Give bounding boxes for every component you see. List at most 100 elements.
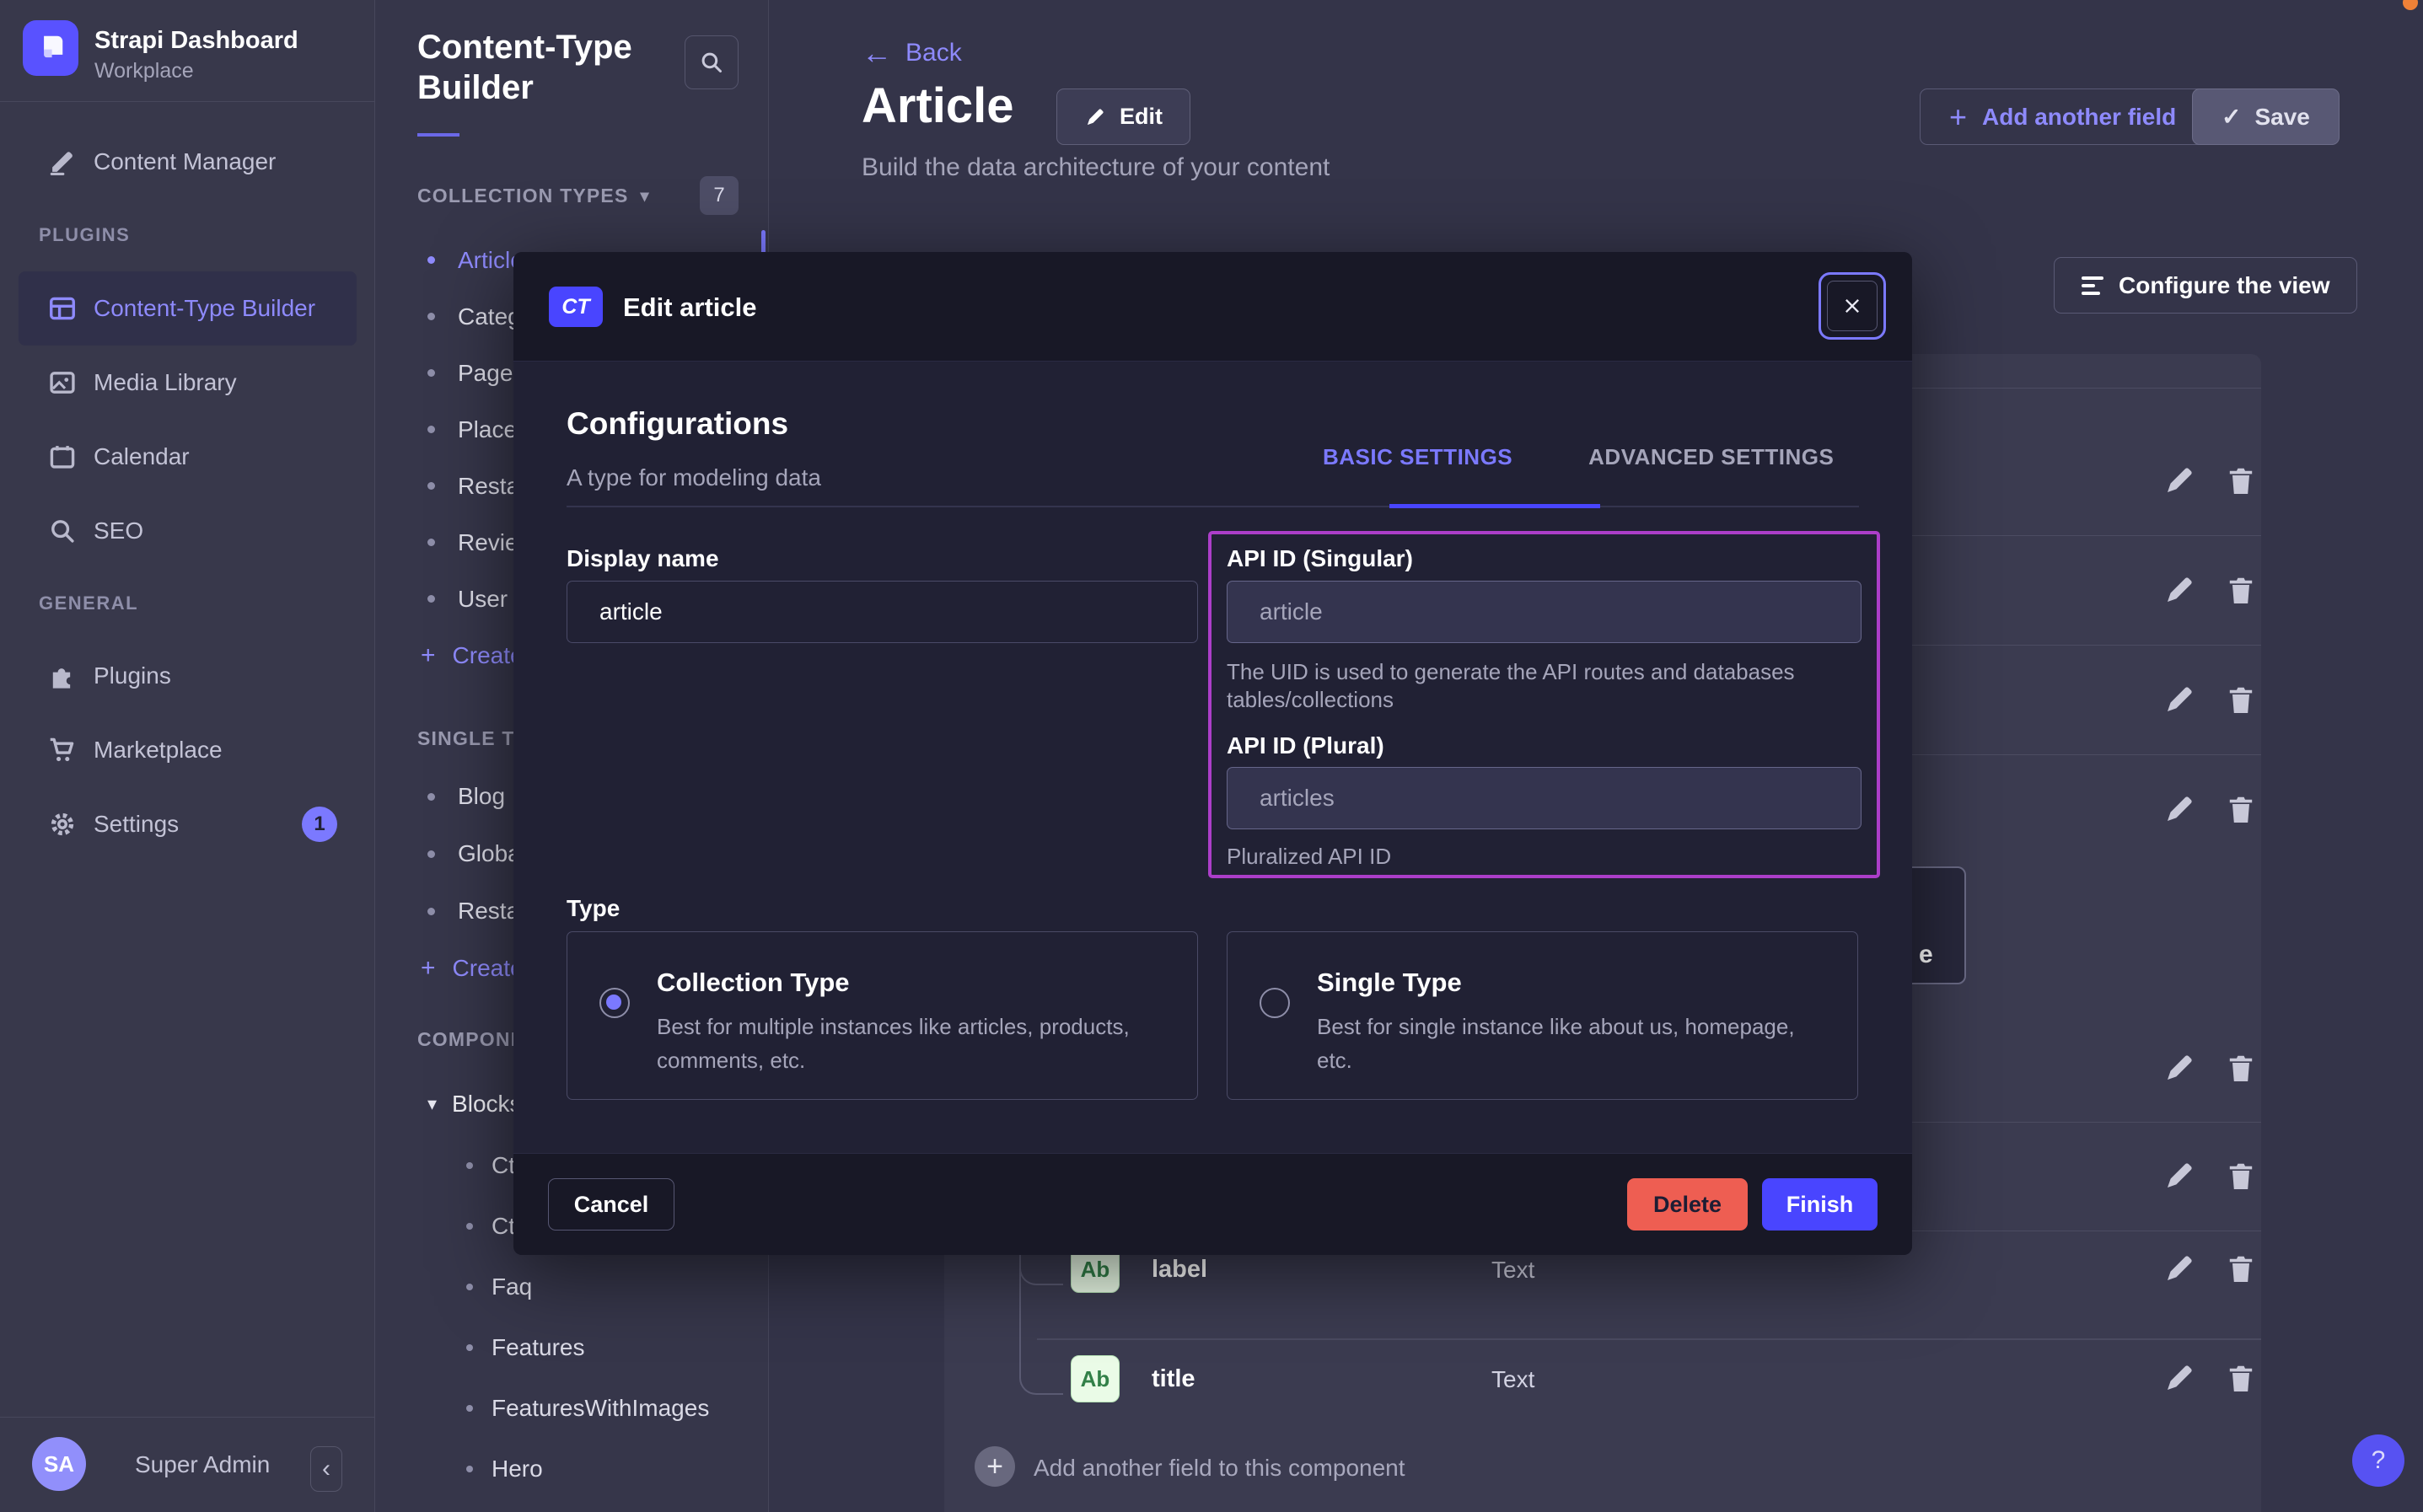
back-link[interactable]: ← Back — [862, 35, 962, 71]
display-name-input[interactable] — [567, 581, 1198, 643]
pen-icon — [48, 147, 77, 176]
type-options: Collection Type Best for multiple instan… — [567, 931, 1858, 1100]
sidebar-item-label: Marketplace — [94, 737, 223, 764]
component-item[interactable]: Features — [375, 1317, 769, 1378]
finish-button[interactable]: Finish — [1762, 1178, 1878, 1231]
search-button[interactable] — [685, 35, 739, 89]
collection-type-label: Place — [458, 416, 517, 443]
collection-types-header[interactable]: COLLECTION TYPES ▾ — [417, 185, 650, 207]
edit-field-icon[interactable] — [2162, 464, 2196, 497]
component-group-blocks[interactable]: ▾ Blocks — [427, 1091, 522, 1118]
delete-field-icon[interactable] — [2224, 792, 2258, 826]
sidebar-plugins-nav: Content-Type Builder Media Library Calen… — [0, 271, 375, 568]
api-id-plural-input[interactable] — [1227, 767, 1862, 829]
sidebar-item[interactable]: Plugins — [19, 639, 357, 713]
collapse-sidebar-button[interactable]: ‹ — [310, 1446, 342, 1492]
bullet-icon — [427, 482, 435, 490]
edit-button[interactable]: Edit — [1056, 88, 1190, 145]
sidebar-item-label: Content Manager — [94, 148, 276, 175]
sidebar-item-label: Media Library — [94, 369, 237, 396]
add-another-field-button[interactable]: + Add another field — [1920, 88, 2205, 145]
close-button[interactable] — [1827, 281, 1878, 331]
save-button[interactable]: ✓ Save — [2192, 88, 2340, 145]
bullet-icon — [466, 1405, 473, 1412]
configure-view-button[interactable]: Configure the view — [2054, 257, 2357, 314]
component-group-label: Blocks — [452, 1091, 521, 1118]
sidebar-item-label: Calendar — [94, 443, 190, 470]
back-label: Back — [905, 39, 962, 67]
row-divider — [1912, 645, 2261, 646]
row-divider — [1912, 754, 2261, 755]
bullet-icon — [466, 1223, 473, 1230]
field-type: Text — [1491, 1257, 1534, 1284]
row-divider — [1037, 1338, 2261, 1340]
search-icon — [699, 50, 724, 75]
api-id-singular-input[interactable] — [1227, 581, 1862, 643]
sidebar-item[interactable]: Content-Type Builder — [19, 271, 357, 346]
edit-field-icon[interactable] — [2162, 1361, 2196, 1395]
settings-tab[interactable]: BASIC SETTINGS — [1323, 444, 1512, 470]
settings-tab[interactable]: ADVANCED SETTINGS — [1588, 444, 1834, 470]
sidebar-item[interactable]: Media Library — [19, 346, 357, 420]
bullet-icon — [427, 539, 435, 546]
delete-field-icon[interactable] — [2224, 464, 2258, 497]
single-type-label: Blog — [458, 783, 505, 810]
sidebar-item[interactable]: Marketplace — [19, 713, 357, 787]
user-name: Super Admin — [135, 1451, 270, 1478]
delete-field-icon[interactable] — [2224, 1159, 2258, 1193]
type-option-card[interactable]: Single Type Best for single instance lik… — [1227, 931, 1858, 1100]
component-item[interactable]: Faq — [375, 1257, 769, 1317]
field-row[interactable]: Ab title Text — [944, 1340, 2261, 1450]
strapi-logo-icon — [23, 20, 78, 76]
delete-field-icon[interactable] — [2224, 1361, 2258, 1395]
cancel-button[interactable]: Cancel — [548, 1178, 674, 1231]
sidebar-item-label: Plugins — [94, 662, 171, 689]
row-divider — [1912, 388, 2261, 389]
back-arrow-icon: ← — [862, 35, 892, 71]
radio-icon[interactable] — [599, 988, 630, 1018]
type-option-card[interactable]: Collection Type Best for multiple instan… — [567, 931, 1198, 1100]
delete-field-icon[interactable] — [2224, 1252, 2258, 1285]
text-field-type-badge: Ab — [1071, 1355, 1120, 1402]
edit-field-icon[interactable] — [2162, 683, 2196, 716]
add-field-circle-button[interactable]: + — [975, 1446, 1015, 1487]
configurations-subtitle: A type for modeling data — [567, 464, 821, 491]
edit-field-icon[interactable] — [2162, 1051, 2196, 1085]
panel-title: Content-Type Builder — [417, 27, 662, 108]
delete-field-icon[interactable] — [2224, 1051, 2258, 1085]
active-tab-underline — [1389, 504, 1600, 508]
type-option-description: Best for single instance like about us, … — [1317, 1010, 1823, 1077]
avatar[interactable]: SA — [32, 1437, 86, 1491]
edit-field-icon[interactable] — [2162, 792, 2196, 826]
sidebar-item-label: Settings — [94, 811, 179, 838]
field-name: label — [1152, 1256, 1207, 1284]
display-name-label: Display name — [567, 545, 719, 572]
edit-field-icon[interactable] — [2162, 1252, 2196, 1285]
component-item[interactable]: Hero — [375, 1439, 769, 1499]
sidebar: Strapi Dashboard Workplace Content Manag… — [0, 0, 375, 1512]
delete-field-icon[interactable] — [2224, 683, 2258, 716]
collection-type-label: User — [458, 586, 508, 613]
collection-types-count: 7 — [700, 176, 739, 215]
radio-icon[interactable] — [1260, 988, 1290, 1018]
component-item[interactable]: FeaturesWithImages — [375, 1378, 769, 1439]
sidebar-item[interactable]: Calendar — [19, 420, 357, 494]
component-label: Hero — [492, 1456, 543, 1483]
caret-down-icon: ▾ — [427, 1093, 437, 1115]
row-divider — [1912, 1122, 2261, 1123]
row-actions — [2162, 573, 2258, 607]
bullet-icon — [427, 595, 435, 603]
help-button[interactable]: ? — [2352, 1434, 2404, 1487]
sidebar-item[interactable]: SEO — [19, 494, 357, 568]
delete-button[interactable]: Delete — [1627, 1178, 1748, 1231]
edit-field-icon[interactable] — [2162, 1159, 2196, 1193]
bullet-icon — [427, 369, 435, 377]
component-label: Faq — [492, 1273, 532, 1300]
add-field-component-label[interactable]: Add another field to this component — [1034, 1455, 1405, 1482]
field-name: title — [1152, 1365, 1195, 1393]
bullet-icon — [427, 850, 435, 858]
sidebar-item[interactable]: Settings 1 — [19, 787, 357, 861]
edit-field-icon[interactable] — [2162, 573, 2196, 607]
delete-field-icon[interactable] — [2224, 573, 2258, 607]
sidebar-item[interactable]: Content Manager — [19, 125, 357, 199]
